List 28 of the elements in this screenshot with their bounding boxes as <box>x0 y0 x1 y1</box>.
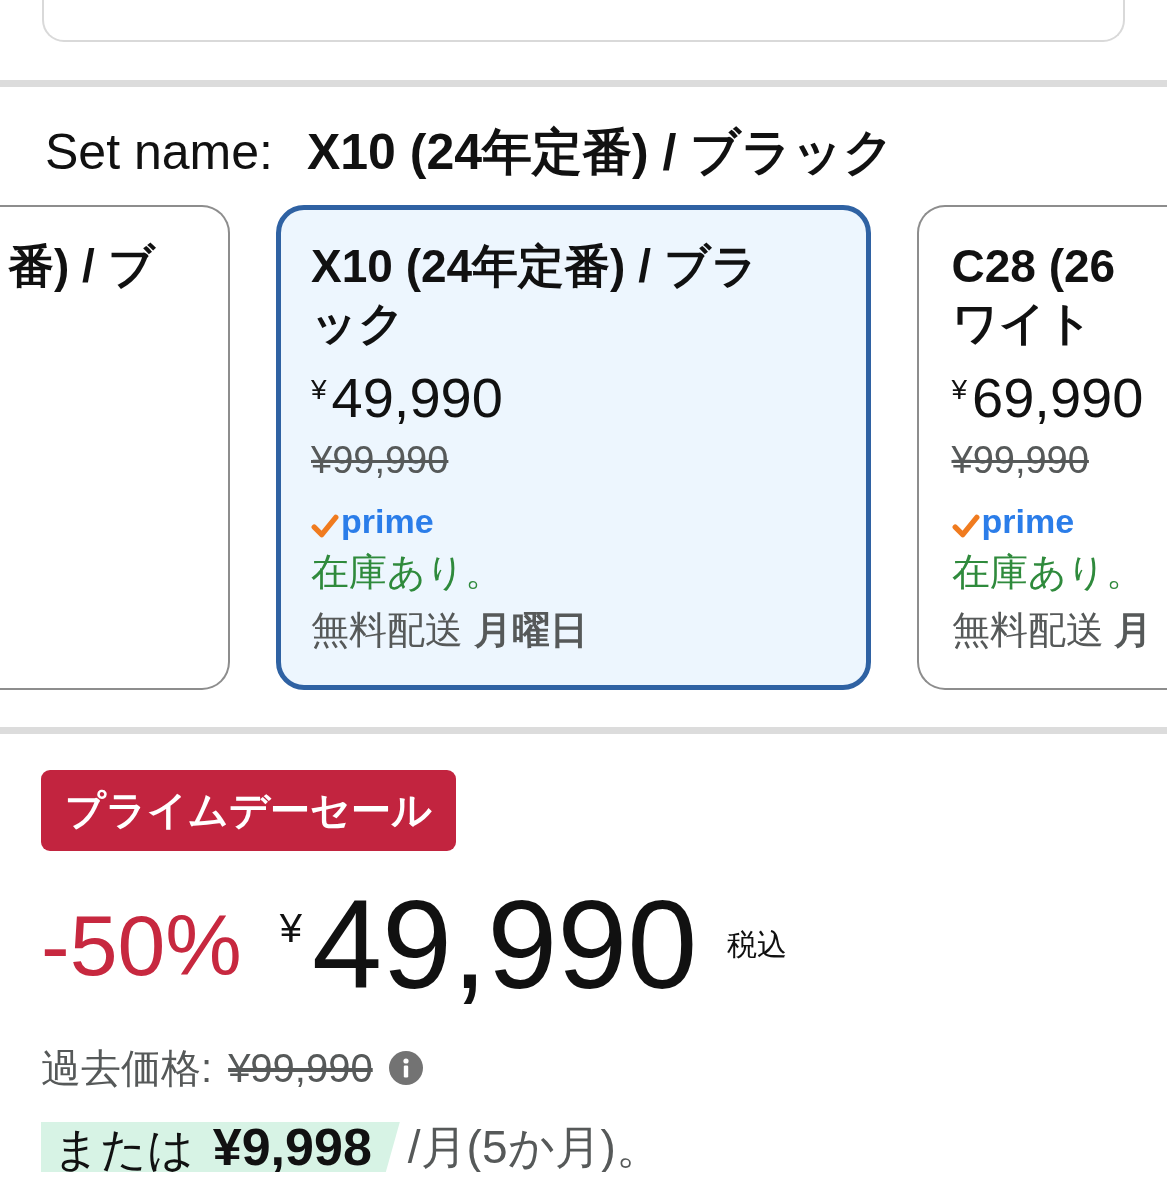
discount-text: -50% <box>41 896 242 995</box>
variant-title: X10 (24年定番) / ブラック <box>311 239 759 351</box>
check-icon <box>951 513 980 538</box>
tax-note: 税込 <box>727 927 788 963</box>
sale-badge: プライムデーセール <box>41 770 456 851</box>
prime-label: prime <box>981 500 1075 541</box>
list-price: ¥99,990 <box>311 438 449 482</box>
delivery-text: 無料配送 月 <box>951 607 1153 653</box>
check-icon <box>311 514 339 538</box>
variant-title: 番) / ブ <box>8 238 157 294</box>
stock-status: 在庫あり。 <box>951 549 1144 595</box>
past-price: ¥99,990 <box>228 1045 373 1092</box>
stock-status: 在庫あり。 <box>311 550 503 595</box>
prime-label: prime <box>341 501 434 541</box>
price-text: $^{¥}$49,990 <box>311 366 503 430</box>
price-text: $^{¥}$49,990 <box>279 883 698 1007</box>
set-name-label: Set name: <box>45 123 273 182</box>
delivery-text: 無料配送 月曜日 <box>311 608 588 653</box>
info-icon[interactable] <box>388 1051 423 1085</box>
variant-card[interactable]: 番) / ブ <box>0 205 230 690</box>
set-name-value: X10 (24年定番) / ブラック <box>306 123 895 182</box>
variant-card[interactable]: X10 (24年定番) / ブラック $^{¥}$49,990 ¥99,990 prime 在庫あり。 無料配送 月曜日 <box>276 205 871 690</box>
price-text: $^{¥}$69,990 <box>951 365 1144 430</box>
list-price: ¥99,990 <box>951 437 1089 482</box>
past-price-label: 過去価格: <box>41 1045 213 1092</box>
variant-title: C28 (26 <box>951 238 1116 294</box>
variant-card[interactable]: C28 (26 ワイト $^{¥}$69,990 ¥99,990 prime 在庫あり。 無料配送 月 <box>917 205 1167 690</box>
variant-title: ワイト <box>951 295 1093 351</box>
